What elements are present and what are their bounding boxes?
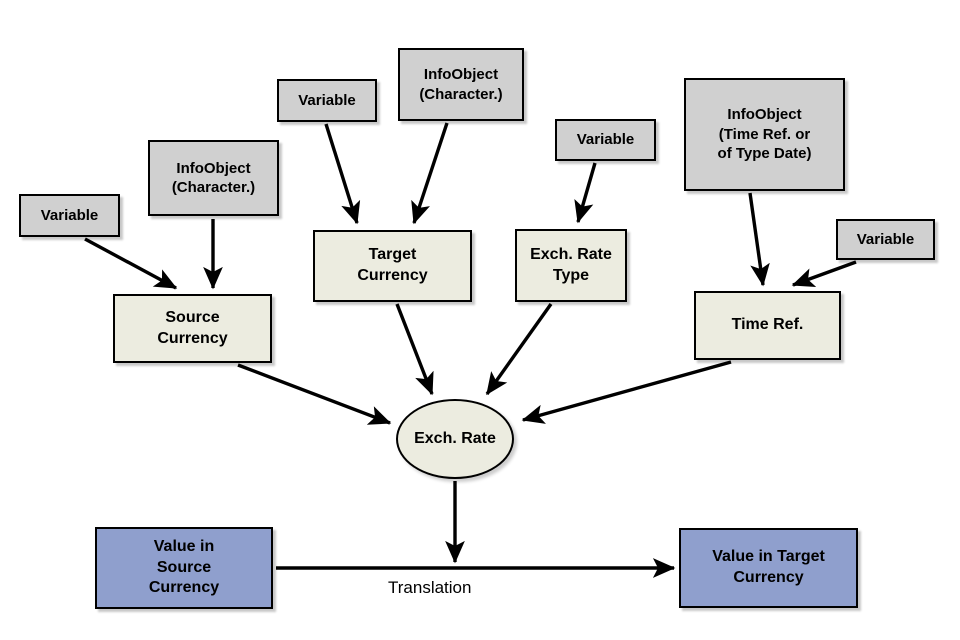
node-label-line: Variable [576, 131, 635, 149]
node-label-line: of Type Date) [717, 145, 812, 163]
node-label-line: InfoObject [727, 106, 802, 124]
edge-e4 [411, 122, 449, 225]
node-var_source[interactable]: Variable [19, 194, 120, 237]
node-target_currency[interactable]: Target Currency [313, 230, 472, 302]
node-time_ref[interactable]: Time Ref. [694, 291, 841, 360]
node-label-line: Variable [856, 230, 915, 248]
node-label-line: Value in [153, 537, 215, 555]
node-label-line: Target [368, 246, 417, 264]
node-label-line: InfoObject [423, 66, 499, 83]
node-exch_rate[interactable]: Exch. Rate [396, 399, 514, 479]
node-label-line: InfoObject [176, 159, 251, 177]
node-label-line: Type [552, 266, 590, 284]
node-label-line: Value in Target [712, 548, 825, 566]
node-value_target[interactable]: Value in Target Currency [679, 528, 858, 608]
node-label-line: Currency [357, 267, 428, 284]
edge-e9 [395, 303, 434, 396]
node-var_time_ref[interactable]: Variable [836, 219, 935, 260]
node-label-line: Exch. Rate [414, 429, 496, 447]
node-value_source[interactable]: Value in Source Currency [95, 527, 273, 609]
edge-e7 [791, 260, 857, 288]
node-label-line: Currency [148, 579, 220, 597]
edge-e6 [748, 192, 770, 287]
node-label-line: (Character.) [171, 179, 256, 196]
diagram-canvas: Variable InfoObject (Character.) Source Curr… [0, 0, 960, 640]
node-label-line: (Character.) [419, 85, 503, 103]
edge-e1 [84, 237, 178, 290]
node-label-line: Source [156, 558, 212, 576]
edge-e3 [324, 123, 361, 225]
node-io_time_ref[interactable]: InfoObject (Time Ref. or of Type Date) [684, 78, 845, 191]
node-label-line: Exch. Rate [530, 245, 612, 263]
node-var_rate_type[interactable]: Variable [555, 119, 656, 161]
node-io_target[interactable]: InfoObject (Character.) [398, 48, 524, 121]
node-source_currency[interactable]: Source Currency [113, 294, 272, 363]
node-exch_rate_type[interactable]: Exch. Rate Type [515, 229, 627, 302]
node-var_target[interactable]: Variable [277, 79, 377, 122]
node-label-line: Variable [40, 206, 99, 224]
node-label-line: (Time Ref. or [718, 125, 811, 143]
node-label-line: Time Ref. [731, 316, 804, 334]
edge-e5 [574, 162, 597, 224]
node-label-line: Variable [298, 91, 356, 109]
edge-e11 [521, 360, 732, 424]
node-label-line: Source [165, 308, 220, 326]
node-label-line: Currency [733, 569, 804, 586]
edge-label-translation: Translation [388, 578, 472, 597]
edge-e10 [485, 303, 553, 396]
edge-e8 [237, 363, 392, 425]
node-label-line: Currency [157, 329, 228, 347]
node-io_source[interactable]: InfoObject (Character.) [148, 140, 279, 216]
